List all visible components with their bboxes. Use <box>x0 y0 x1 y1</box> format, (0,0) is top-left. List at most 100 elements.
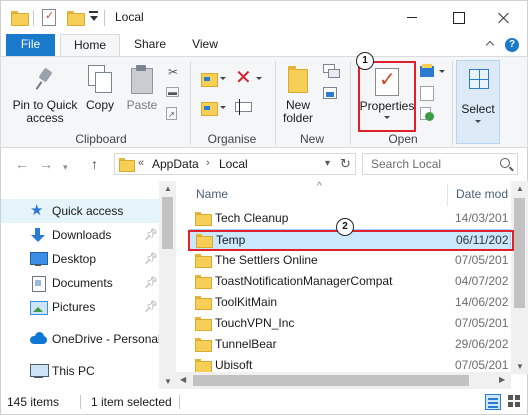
documents-icon <box>30 276 46 292</box>
nav-item-this-pc[interactable]: This PC <box>1 359 176 383</box>
delete-dropdown-icon[interactable] <box>256 77 262 80</box>
file-name: Tech Cleanup <box>215 211 289 225</box>
column-header-name[interactable]: Name <box>196 187 228 201</box>
delete-icon[interactable]: ✕ <box>235 68 252 88</box>
file-date: 07/05/201 <box>455 358 509 372</box>
column-divider[interactable] <box>447 184 448 206</box>
copy-path-icon[interactable]: ▬ <box>166 87 179 97</box>
file-name: ToolKitMain <box>215 295 278 309</box>
folder-icon <box>195 317 212 331</box>
paste-shortcut-icon[interactable]: ↗ <box>166 107 177 120</box>
pin-to-quick-access-button[interactable]: Pin to Quick access <box>9 99 81 125</box>
file-list-vertical-scrollbar[interactable]: ▲ ▼ <box>511 181 528 374</box>
horizontal-scrollbar-thumb[interactable] <box>193 375 469 386</box>
customize-quick-access-icon[interactable] <box>89 11 98 23</box>
edit-icon[interactable] <box>420 86 434 101</box>
file-row[interactable]: Ubisoft 07/05/201 <box>189 355 511 372</box>
address-dropdown-icon[interactable]: ▾ <box>325 158 330 169</box>
folder-icon[interactable] <box>11 11 29 26</box>
up-icon[interactable]: ↑ <box>91 156 98 172</box>
file-row[interactable]: ToastNotificationManagerCompat 04/07/202 <box>189 271 511 292</box>
forward-icon[interactable]: → <box>39 156 53 172</box>
tab-share[interactable]: Share <box>122 34 178 56</box>
nav-item-label: OneDrive - Personal <box>52 332 161 346</box>
folder-icon <box>195 275 212 289</box>
maximize-button[interactable] <box>435 1 481 34</box>
recent-locations-icon[interactable]: ▾ <box>63 159 68 175</box>
select-button[interactable]: Select <box>456 60 500 144</box>
scroll-up-icon[interactable]: ▲ <box>516 184 524 193</box>
pin-icon <box>33 67 57 91</box>
scroll-down-icon[interactable]: ▼ <box>164 377 172 386</box>
nav-item-downloads[interactable]: Downloads 📌︎ <box>1 223 176 247</box>
nav-item-onedrive[interactable]: OneDrive - Personal <box>1 327 176 351</box>
scroll-down-icon[interactable]: ▼ <box>516 362 524 371</box>
file-row[interactable]: ToolKitMain 14/06/202 <box>189 292 511 313</box>
copy-to-dropdown-icon[interactable] <box>220 106 226 109</box>
search-icon <box>500 158 510 168</box>
download-icon <box>30 228 46 242</box>
history-icon[interactable] <box>420 107 434 121</box>
minimize-button[interactable] <box>389 1 435 34</box>
properties-highlight-box <box>358 61 416 132</box>
copy-button[interactable]: Copy <box>81 99 119 112</box>
open-dropdown-icon[interactable] <box>439 70 445 73</box>
back-icon[interactable]: ← <box>15 156 29 172</box>
breadcrumb-local[interactable]: Local <box>219 157 248 171</box>
file-list-horizontal-scrollbar[interactable]: ◀ ▶ <box>176 372 511 389</box>
nav-scrollbar-thumb[interactable] <box>162 197 173 249</box>
scroll-left-icon[interactable]: ◀ <box>180 375 186 384</box>
new-folder-button[interactable]: New folder <box>277 99 319 125</box>
paste-icon <box>131 65 153 94</box>
search-input[interactable]: Search Local <box>362 153 518 175</box>
refresh-icon[interactable]: ↻ <box>340 156 351 172</box>
nav-item-desktop[interactable]: Desktop 📌︎ <box>1 247 176 271</box>
collapse-ribbon-icon[interactable] <box>485 39 495 49</box>
step-badge: 2 <box>336 218 354 236</box>
navigation-pane: ★ Quick access Downloads 📌︎ Desktop 📌︎ D… <box>0 181 176 389</box>
tab-view[interactable]: View <box>180 34 230 56</box>
nav-scrollbar[interactable]: ▲ ▼ <box>159 181 176 389</box>
rename-icon[interactable] <box>235 99 253 115</box>
nav-item-pictures[interactable]: Pictures 📌︎ <box>1 295 176 319</box>
nav-item-quick-access[interactable]: ★ Quick access <box>1 199 176 223</box>
vertical-scrollbar-thumb[interactable] <box>514 198 525 308</box>
help-icon[interactable]: ? <box>505 38 519 52</box>
move-to-dropdown-icon[interactable] <box>220 77 226 80</box>
cut-icon[interactable]: ✂ <box>166 65 180 79</box>
move-to-icon[interactable] <box>201 70 218 87</box>
clipboard-group-label: Clipboard <box>75 132 127 146</box>
large-icons-view-icon[interactable] <box>507 394 523 410</box>
close-button[interactable] <box>481 1 527 34</box>
new-item-icon[interactable] <box>323 64 341 80</box>
new-folder-quick-icon[interactable] <box>67 11 85 26</box>
breadcrumb-separator[interactable]: › <box>206 157 210 169</box>
breadcrumb-appdata[interactable]: AppData <box>152 157 199 171</box>
pin-icon: 📌︎ <box>144 277 158 289</box>
file-row[interactable]: The Settlers Online 07/05/201 <box>189 250 511 271</box>
scroll-right-icon[interactable]: ▶ <box>499 375 505 384</box>
open-icon[interactable] <box>420 64 436 78</box>
file-row[interactable]: TunnelBear 29/06/202 <box>189 334 511 355</box>
pin-icon: 📌︎ <box>144 229 158 241</box>
file-date: 07/05/201 <box>455 316 509 330</box>
file-date: 14/06/202 <box>455 295 509 309</box>
scroll-up-icon[interactable]: ▲ <box>164 184 172 193</box>
details-view-icon[interactable] <box>485 394 501 410</box>
file-row[interactable]: TouchVPN_Inc 07/05/201 <box>189 313 511 334</box>
paste-button[interactable]: Paste <box>123 99 161 112</box>
tab-home[interactable]: Home <box>60 34 120 57</box>
pin-icon: 📌︎ <box>144 253 158 265</box>
easy-access-icon[interactable] <box>323 87 339 101</box>
breadcrumb-overflow[interactable]: « <box>138 157 144 169</box>
sort-ascending-icon: ^ <box>317 181 322 192</box>
nav-item-documents[interactable]: Documents 📌︎ <box>1 271 176 295</box>
copy-to-icon[interactable] <box>201 99 218 116</box>
properties-quick-icon[interactable] <box>42 9 56 26</box>
file-list: ^ Name Date mod Tech Cleanup 14/03/201 T… <box>176 181 528 389</box>
column-header-date[interactable]: Date mod <box>456 187 508 201</box>
tab-file[interactable]: File <box>6 34 55 56</box>
ribbon-tabs: File Home Share View ? <box>0 34 528 57</box>
nav-item-label: Downloads <box>52 228 112 242</box>
address-field[interactable]: « AppData › Local ▾ ↻ <box>114 153 356 175</box>
